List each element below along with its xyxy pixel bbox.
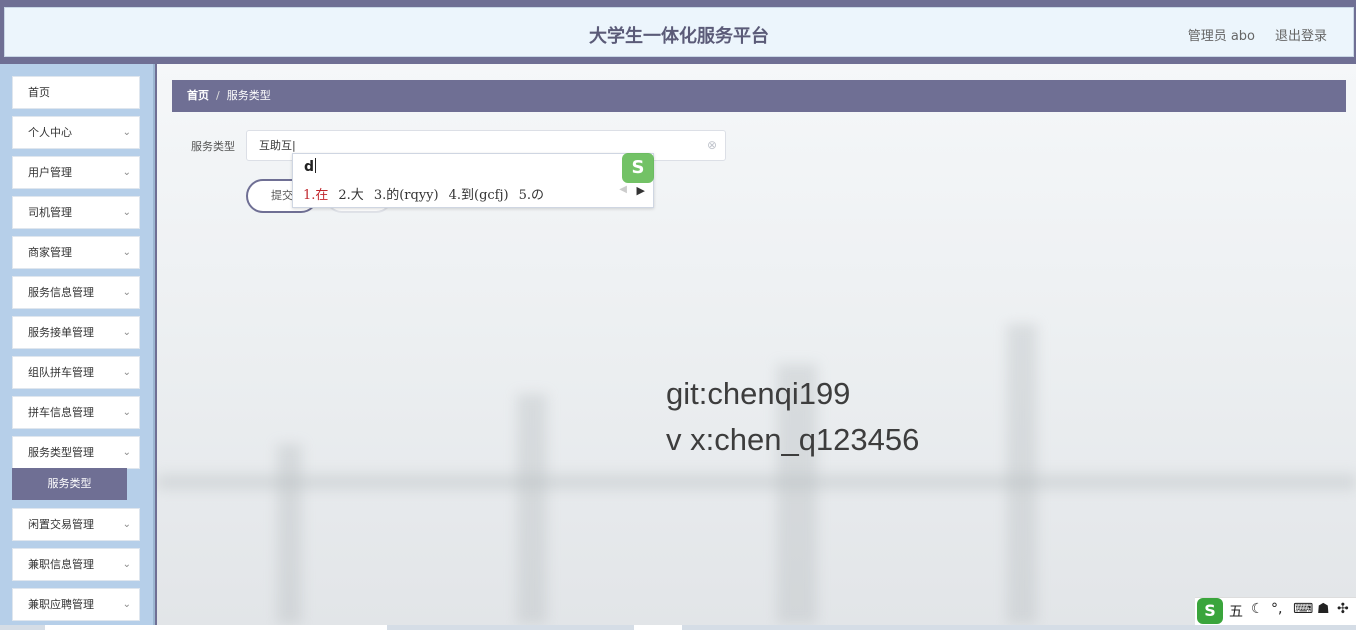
ime-candidate[interactable]: 4.到(gcfj) [449, 188, 509, 203]
sidebar-item-service-orders[interactable]: 服务接单管理 ⌄ [12, 316, 140, 349]
app-title: 大学生一体化服务平台 [589, 26, 769, 47]
breadcrumb: 首页 / 服务类型 [172, 80, 1346, 112]
chevron-down-icon: ⌄ [122, 519, 131, 530]
service-type-label: 服务类型 [191, 140, 235, 153]
chevron-down-icon: ⌄ [122, 167, 131, 178]
ime-candidate[interactable]: 3.的(rqyy) [374, 188, 439, 203]
chevron-down-icon: ⌄ [122, 247, 131, 258]
chevron-down-icon: ⌄ [122, 367, 131, 378]
ime-composition: d [304, 158, 317, 175]
sidebar-item-service-types[interactable]: 服务类型管理 ⌄ [12, 436, 140, 469]
sidebar-item-home[interactable]: 首页 [12, 76, 140, 109]
input-mode-wubi[interactable]: 五 [1229, 601, 1243, 621]
sidebar-item-part-time-apply[interactable]: 兼职应聘管理 ⌄ [12, 588, 140, 621]
breadcrumb-separator: / [216, 89, 220, 102]
keyboard-icon[interactable]: ⌨ [1293, 601, 1313, 617]
sidebar-subitem-service-type[interactable]: 服务类型 [12, 468, 127, 500]
chevron-down-icon: ⌄ [122, 447, 131, 458]
service-type-input-value: 互助互| [259, 139, 296, 152]
ime-status-bar: S 五 ☾ °, ⌨ ☗ ✣ [1195, 597, 1356, 625]
breadcrumb-current: 服务类型 [226, 89, 271, 102]
sidebar-item-merchants[interactable]: 商家管理 ⌄ [12, 236, 140, 269]
taskbar-segment [45, 625, 387, 630]
grid-icon[interactable]: ✣ [1337, 601, 1349, 617]
sidebar: 首页 个人中心 ⌄ 用户管理 ⌄ 司机管理 ⌄ 商家管理 ⌄ 服务信息管理 ⌄ 服务接单管… [0, 64, 155, 630]
sidebar-item-part-time-info[interactable]: 兼职信息管理 ⌄ [12, 548, 140, 581]
next-page-icon[interactable]: ▶ [637, 184, 645, 197]
user-icon[interactable]: ☗ [1317, 601, 1330, 617]
admin-label: 管理员 abo [1187, 29, 1255, 44]
background-shape [157, 474, 1356, 490]
chevron-down-icon: ⌄ [122, 327, 131, 338]
sogou-ime-logo[interactable]: S [1197, 598, 1223, 624]
ime-candidate-list: 1.在 2.大 3.的(rqyy) 4.到(gcfj) 5.の [303, 184, 554, 203]
chevron-down-icon: ⌄ [122, 599, 131, 610]
ime-candidate[interactable]: 5.の [519, 188, 544, 203]
sogou-ime-logo: S [622, 153, 654, 183]
taskbar-segment [634, 625, 682, 630]
background-shape [517, 394, 547, 624]
moon-icon[interactable]: ☾ [1251, 601, 1264, 617]
sidebar-item-profile[interactable]: 个人中心 ⌄ [12, 116, 140, 149]
sidebar-item-service-info[interactable]: 服务信息管理 ⌄ [12, 276, 140, 309]
background-shape [277, 444, 302, 624]
chevron-down-icon: ⌄ [122, 287, 131, 298]
watermark-line-2: v x:chen_q123456 [666, 422, 920, 457]
ime-candidate[interactable]: 2.大 [338, 188, 363, 203]
ime-candidate-window: d 1.在 2.大 3.的(rqyy) 4.到(gcfj) 5.の ◀ ▶ S [292, 153, 654, 208]
sidebar-item-carpool-teams[interactable]: 组队拼车管理 ⌄ [12, 356, 140, 389]
chevron-down-icon: ⌄ [122, 559, 131, 570]
sidebar-item-secondhand[interactable]: 闲置交易管理 ⌄ [12, 508, 140, 541]
logout-link[interactable]: 退出登录 [1275, 25, 1327, 44]
watermark-line-1: git:chenqi199 [666, 376, 851, 411]
sidebar-item-users[interactable]: 用户管理 ⌄ [12, 156, 140, 189]
chevron-down-icon: ⌄ [122, 407, 131, 418]
text-caret [315, 158, 317, 173]
clear-icon[interactable]: ⊗ [707, 131, 717, 160]
taskbar-strip [0, 625, 1356, 630]
prev-page-icon[interactable]: ◀ [619, 184, 627, 195]
header: 大学生一体化服务平台 管理员 abo 退出登录 [4, 7, 1354, 57]
sidebar-item-drivers[interactable]: 司机管理 ⌄ [12, 196, 140, 229]
main-content: 首页/服务类型 服务类型 互助互| ⊗ 提交 取消 d 1.在2.大3.的(rq… [157, 64, 1356, 626]
chevron-down-icon: ⌄ [122, 207, 131, 218]
breadcrumb-home[interactable]: 首页 [187, 89, 209, 102]
punctuation-icon[interactable]: °, [1271, 601, 1282, 617]
sidebar-item-carpool-info[interactable]: 拼车信息管理 ⌄ [12, 396, 140, 429]
ime-candidate[interactable]: 1.在 [303, 188, 328, 203]
chevron-down-icon: ⌄ [122, 127, 131, 138]
